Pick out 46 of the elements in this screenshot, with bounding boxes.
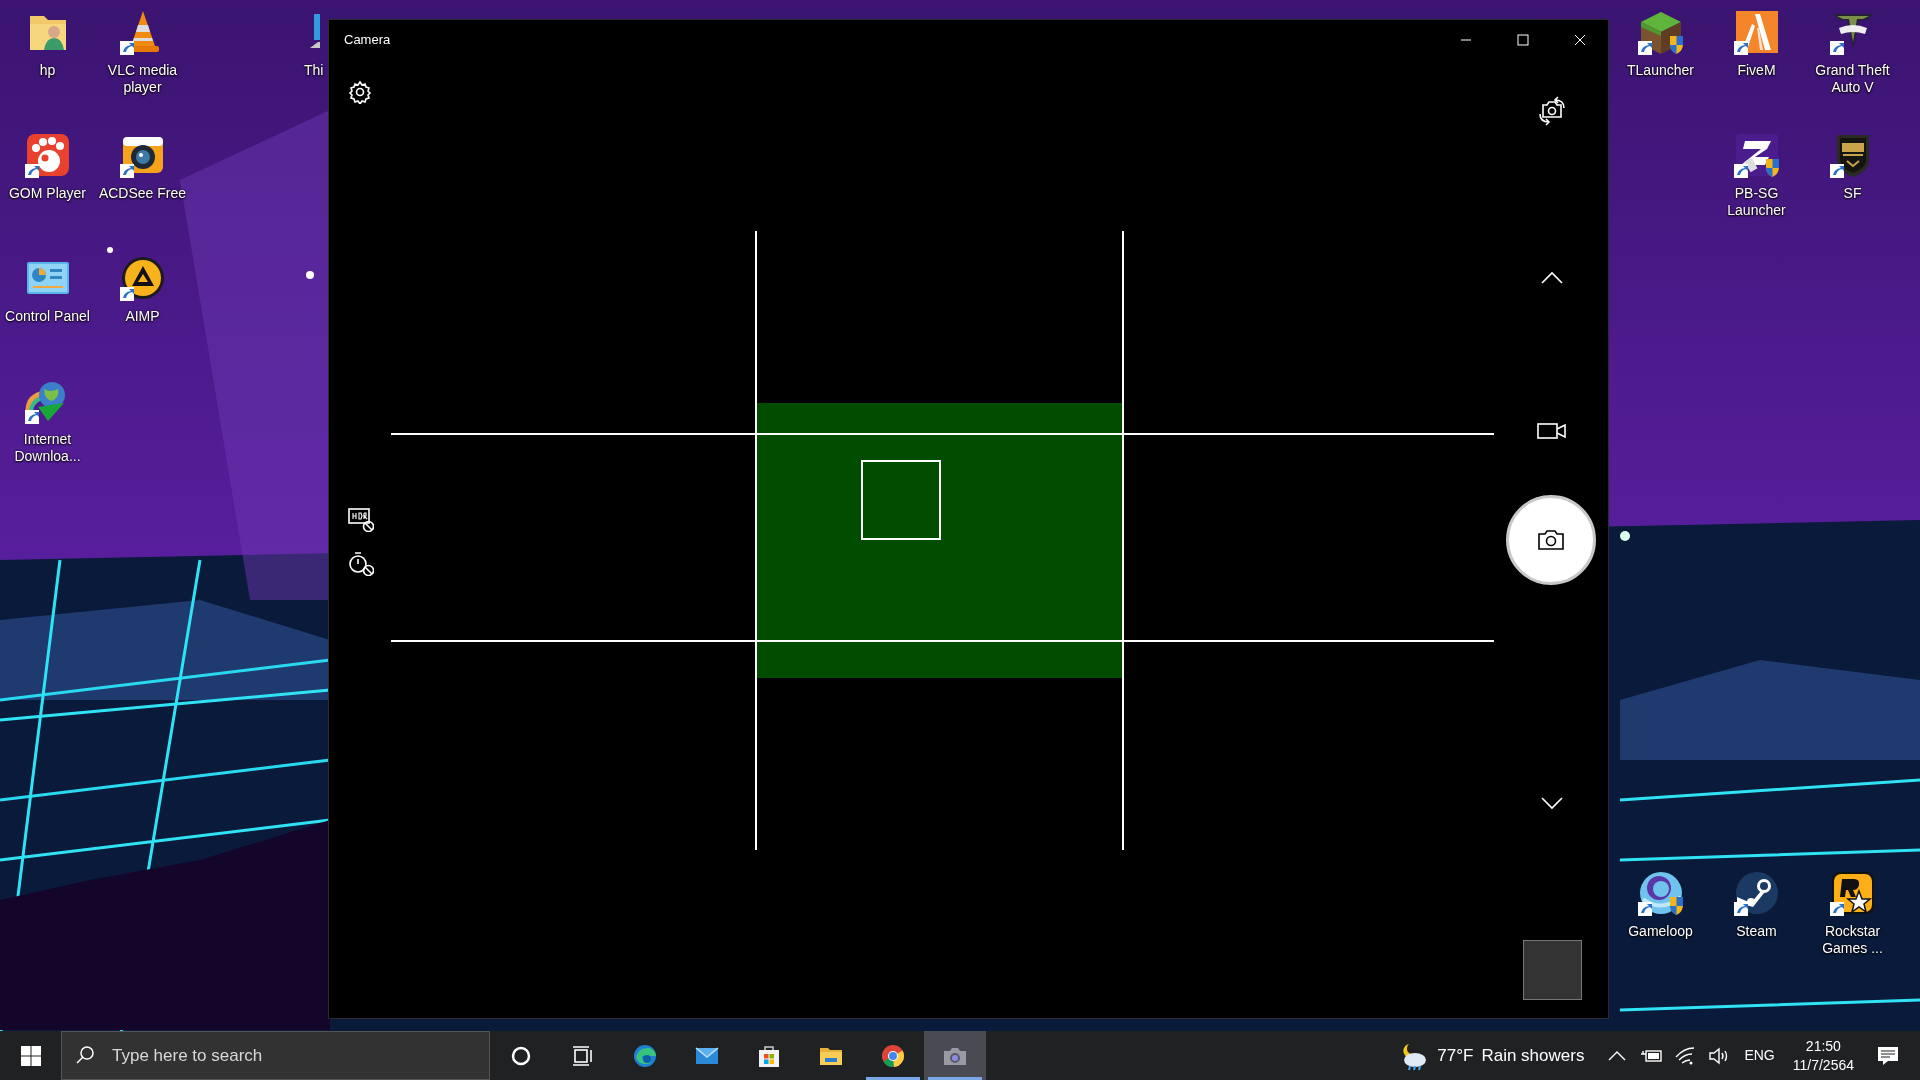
search-field[interactable]: Type here to search xyxy=(61,1031,490,1080)
icon-label[interactable]: hp xyxy=(39,62,56,79)
shopping-bag-icon[interactable] xyxy=(757,1043,781,1068)
hdr-button[interactable] xyxy=(348,506,374,532)
steam-icon[interactable] xyxy=(1732,869,1781,917)
icon-label[interactable]: VLC media player xyxy=(96,62,189,96)
launcher-icon[interactable] xyxy=(1732,131,1781,179)
icon-label[interactable]: Thi xyxy=(304,62,324,79)
search-icon xyxy=(75,1045,95,1065)
icon-label[interactable]: GOM Player xyxy=(9,185,86,202)
icon-label[interactable]: FiveM xyxy=(1737,62,1776,79)
icon-label[interactable]: Steam xyxy=(1736,923,1777,940)
windows-logo-icon[interactable] xyxy=(20,1045,41,1066)
icon-label[interactable]: Control Panel xyxy=(5,308,90,325)
swirl-icon[interactable] xyxy=(633,1043,657,1068)
settings-button[interactable] xyxy=(348,80,372,104)
chrome-icon[interactable] xyxy=(881,1043,905,1068)
task-view-icon[interactable] xyxy=(571,1043,595,1068)
scroll-down-button[interactable] xyxy=(1540,796,1564,810)
wifi-icon[interactable] xyxy=(1674,1044,1697,1067)
scroll-up-button[interactable] xyxy=(1540,271,1564,285)
language-indicator[interactable]: ENG xyxy=(1744,1045,1775,1066)
camera-icon[interactable] xyxy=(1537,527,1565,553)
video-mode-button[interactable] xyxy=(1537,421,1567,441)
weather-condition[interactable]: Rain showers xyxy=(1481,1042,1585,1069)
icon-label[interactable]: SF xyxy=(1843,185,1862,202)
icon-label[interactable]: PB-SG Launcher xyxy=(1710,185,1803,219)
ring-icon[interactable] xyxy=(1636,869,1685,917)
icon-label[interactable]: ACDSee Free xyxy=(98,185,187,202)
icon-label[interactable]: Internet Downloa... xyxy=(1,431,94,465)
switch-camera-button[interactable] xyxy=(1537,96,1567,126)
window-title: Camera xyxy=(343,31,392,50)
paw-icon[interactable] xyxy=(23,131,72,179)
icon-label[interactable]: Gameloop xyxy=(1628,923,1693,940)
clock-time[interactable]: 21:50 xyxy=(1805,1036,1841,1056)
timer-button[interactable] xyxy=(348,550,374,576)
icon-label[interactable]: AIMP xyxy=(125,308,160,325)
icon-label[interactable]: Grand Theft Auto V xyxy=(1806,62,1899,96)
maximize-icon[interactable] xyxy=(1516,34,1529,46)
photo-thumbnail[interactable] xyxy=(1523,940,1582,1000)
clock-date[interactable]: 11/7/2564 xyxy=(1792,1055,1854,1075)
icon-label[interactable]: TLauncher xyxy=(1627,62,1694,79)
stripes-icon[interactable] xyxy=(1732,8,1781,56)
icon-label[interactable]: Rockstar Games ... xyxy=(1806,923,1899,957)
temperature[interactable]: 77°F xyxy=(1437,1042,1474,1069)
close-icon[interactable] xyxy=(1573,34,1586,46)
